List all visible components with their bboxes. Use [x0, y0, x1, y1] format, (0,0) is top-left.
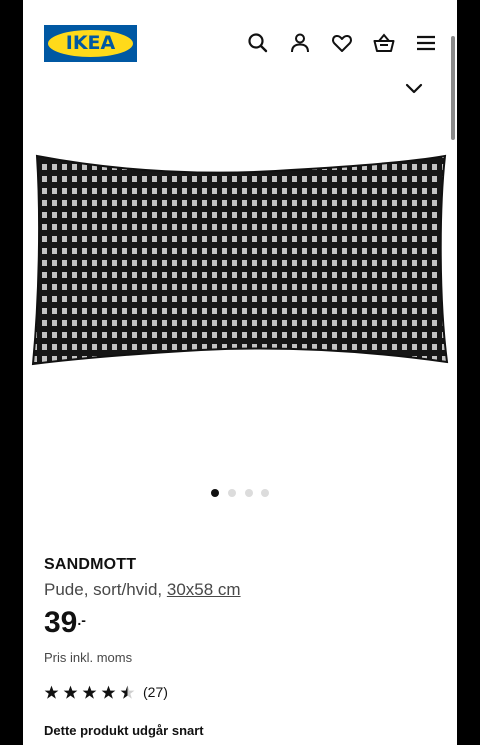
logo-text: IKEA	[65, 32, 116, 54]
site-header: IKEA	[23, 0, 457, 86]
product-type: Pude, sort/hvid,	[44, 580, 163, 599]
product-description: Pude, sort/hvid, 30x58 cm	[44, 580, 241, 600]
carousel-dot-2[interactable]	[228, 489, 236, 497]
star-icon	[82, 685, 97, 699]
profile-icon[interactable]	[289, 32, 311, 54]
price-suffix: .-	[77, 612, 86, 628]
scrollbar[interactable]	[451, 36, 455, 140]
heart-icon[interactable]	[331, 32, 353, 54]
product-price: 39.-	[44, 606, 86, 640]
carousel-dot-4[interactable]	[261, 489, 269, 497]
star-icon	[101, 685, 116, 699]
carousel-dot-1[interactable]	[211, 489, 219, 497]
review-count[interactable]: (27)	[143, 684, 168, 700]
availability-note: Dette produkt udgår snart	[44, 723, 204, 738]
star-icon	[63, 685, 78, 699]
product-size-link[interactable]: 30x58 cm	[167, 580, 241, 599]
half-star-icon	[120, 685, 135, 699]
ikea-logo[interactable]: IKEA	[44, 25, 137, 62]
price-integer: 39	[44, 606, 78, 639]
carousel-dot-3[interactable]	[245, 489, 253, 497]
product-name: SANDMOTT	[44, 556, 137, 573]
chevron-down-icon[interactable]	[404, 79, 424, 99]
vat-note: Pris inkl. moms	[44, 650, 133, 665]
product-page: IKEA SANDMOTT Pude, sort/hvid, 30x58 cm …	[23, 0, 457, 745]
search-icon[interactable]	[247, 32, 269, 54]
menu-icon[interactable]	[415, 32, 437, 54]
star-icon	[44, 685, 59, 699]
basket-icon[interactable]	[373, 32, 395, 54]
product-image[interactable]	[31, 150, 449, 370]
